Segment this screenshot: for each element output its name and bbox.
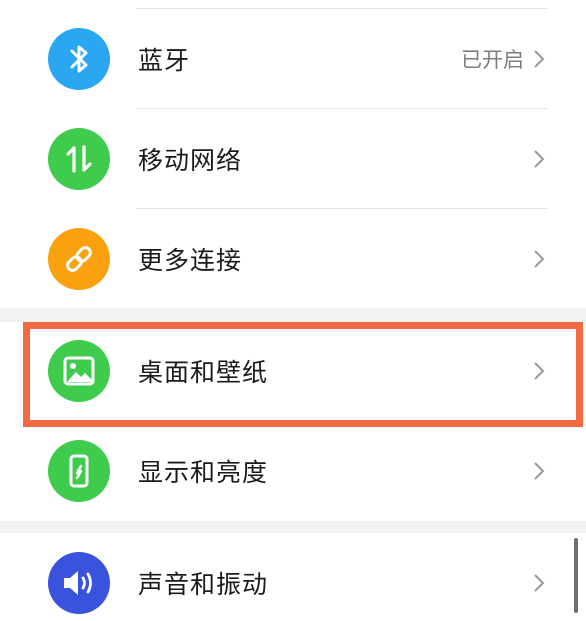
chevron-right-icon [534,574,545,592]
chevron-right-icon [534,461,545,480]
bluetooth-status: 已开启 [461,48,524,72]
settings-item-mobile-network[interactable]: 移动网络 [0,109,586,209]
settings-item-label: 更多连接 [138,246,243,275]
mobile-data-icon [48,128,110,190]
connections-group: 蓝牙 已开启 移动网络 更多连接 [0,0,586,308]
settings-item-wallpaper[interactable]: 桌面和壁纸 [0,322,586,420]
settings-item-label: 桌面和壁纸 [138,358,269,387]
sound-group: 声音和振动 [0,533,586,621]
chevron-right-icon [534,362,545,380]
link-icon [48,228,110,290]
settings-screen: 蓝牙 已开启 移动网络 更多连接 桌面和壁纸 显示和亮度 声音和振动 [0,0,586,621]
image-icon [48,340,110,402]
settings-item-sound[interactable]: 声音和振动 [0,533,586,621]
settings-item-label: 移动网络 [138,146,243,175]
settings-item-label: 显示和亮度 [138,457,269,487]
settings-item-display[interactable]: 显示和亮度 [0,420,586,521]
chevron-right-icon [534,50,545,68]
settings-item-label: 蓝牙 [138,46,191,75]
chevron-right-icon [534,250,545,268]
scrollbar[interactable] [574,538,578,613]
bluetooth-icon [48,28,110,90]
speaker-icon [48,552,110,614]
phone-brightness-icon [48,439,110,502]
settings-item-more-connections[interactable]: 更多连接 [0,209,586,309]
settings-item-label: 声音和振动 [138,570,269,599]
chevron-right-icon [534,150,545,168]
display-group: 桌面和壁纸 显示和亮度 [0,322,586,521]
settings-item-bluetooth[interactable]: 蓝牙 已开启 [0,9,586,109]
